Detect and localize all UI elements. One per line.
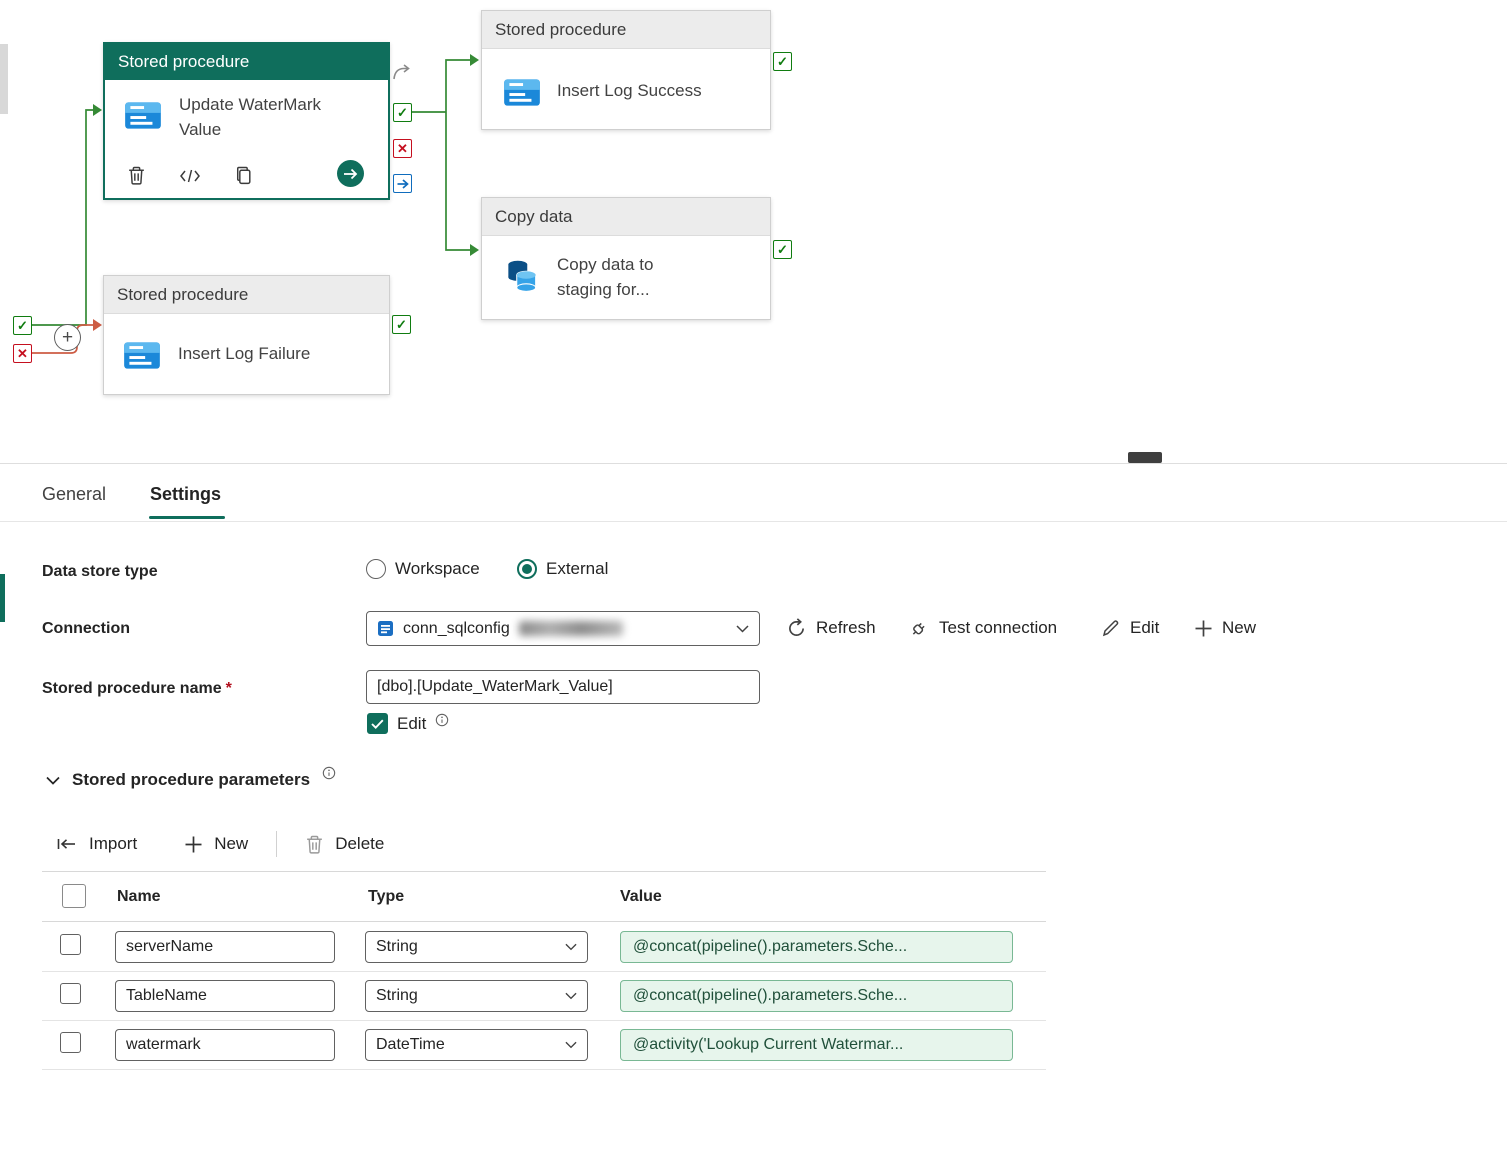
copy-activity-icon[interactable] bbox=[234, 165, 253, 186]
delete-parameter-button[interactable]: Delete bbox=[305, 834, 384, 855]
connection-dropdown[interactable]: conn_sqlconfig bbox=[366, 611, 760, 646]
sql-connection-icon bbox=[377, 620, 394, 637]
edit-checkbox-label: Edit bbox=[397, 713, 427, 733]
param-value-expression[interactable]: @concat(pipeline().parameters.Sche... bbox=[620, 980, 1013, 1012]
stored-procedure-parameters-section[interactable]: Stored procedure parameters bbox=[46, 766, 336, 790]
trash-icon bbox=[307, 835, 323, 854]
activity-update-watermark[interactable]: Stored procedure Update WaterMark Value bbox=[103, 42, 390, 200]
delete-activity-icon[interactable] bbox=[127, 165, 146, 186]
row-border bbox=[42, 971, 1046, 972]
stored-procedure-icon bbox=[122, 94, 164, 136]
activity-settings-panel: General Settings Data store type Workspa… bbox=[0, 464, 1507, 1164]
activity-status-success: ✓ bbox=[392, 315, 411, 334]
activity-status-success: ✓ bbox=[773, 240, 792, 259]
radio-workspace-circle[interactable] bbox=[366, 559, 386, 579]
chevron-down-icon bbox=[565, 1041, 577, 1049]
chevron-down-icon bbox=[565, 943, 577, 951]
row-checkbox[interactable] bbox=[60, 934, 81, 955]
stored-procedure-name-label: Stored procedure name * bbox=[42, 680, 232, 697]
row-border bbox=[42, 1020, 1046, 1021]
toolbar-divider bbox=[276, 831, 278, 857]
tab-settings[interactable]: Settings bbox=[150, 484, 221, 505]
panel-scroll-indicator bbox=[0, 574, 5, 622]
header-bottom-border bbox=[42, 921, 1046, 922]
parameters-toolbar: Import New Delete bbox=[56, 829, 384, 859]
stored-procedure-name-input[interactable] bbox=[366, 670, 760, 704]
on-success-port[interactable]: ✓ bbox=[13, 316, 32, 335]
param-name-input[interactable] bbox=[115, 931, 335, 963]
tabs-bottom-border bbox=[0, 521, 1507, 522]
activity-name: Insert Log Success bbox=[557, 81, 702, 100]
activity-type-label: Copy data bbox=[482, 198, 770, 236]
plus-icon bbox=[1195, 620, 1212, 636]
active-tab-underline bbox=[149, 516, 225, 519]
connection-label: Connection bbox=[42, 620, 130, 637]
table-top-border bbox=[42, 871, 1046, 872]
refresh-icon bbox=[789, 617, 804, 636]
data-store-type-label: Data store type bbox=[42, 563, 158, 580]
activity-name: Update WaterMark Value bbox=[179, 95, 322, 139]
pencil-icon bbox=[1102, 620, 1119, 637]
radio-workspace[interactable]: Workspace bbox=[366, 559, 480, 579]
open-activity-button[interactable] bbox=[337, 160, 364, 187]
chevron-down-icon bbox=[565, 992, 577, 1000]
param-type-select[interactable]: DateTime bbox=[365, 1029, 588, 1061]
column-header-type: Type bbox=[368, 888, 405, 905]
row-checkbox[interactable] bbox=[60, 1032, 81, 1053]
activity-status-success: ✓ bbox=[773, 52, 792, 71]
test-connection-button[interactable]: Test connection bbox=[908, 615, 1057, 641]
activity-name: Copy data to staging for... bbox=[557, 255, 654, 299]
stored-procedure-icon bbox=[501, 71, 543, 113]
info-icon bbox=[322, 766, 336, 780]
activity-type-label: Stored procedure bbox=[482, 11, 770, 49]
copy-data-icon bbox=[501, 254, 543, 296]
import-icon bbox=[57, 839, 75, 849]
new-connection-button[interactable]: New bbox=[1194, 615, 1256, 641]
node-success-port[interactable]: ✓ bbox=[393, 103, 412, 122]
activity-type-label: Stored procedure bbox=[105, 44, 388, 80]
horizontal-scrollbar-thumb[interactable] bbox=[1128, 452, 1162, 463]
param-name-input[interactable] bbox=[115, 980, 335, 1012]
import-button[interactable]: Import bbox=[56, 834, 137, 854]
chevron-down-icon bbox=[736, 624, 749, 633]
new-parameter-button[interactable]: New bbox=[184, 834, 248, 854]
tab-general[interactable]: General bbox=[42, 484, 106, 505]
connection-redacted-text bbox=[518, 621, 623, 636]
param-name-input[interactable] bbox=[115, 1029, 335, 1061]
row-border bbox=[42, 1069, 1046, 1070]
param-value-expression[interactable]: @activity('Lookup Current Watermar... bbox=[620, 1029, 1013, 1061]
radio-external[interactable]: External bbox=[517, 559, 608, 579]
node-completion-port[interactable] bbox=[393, 174, 412, 193]
radio-external-circle[interactable] bbox=[517, 559, 537, 579]
connection-value: conn_sqlconfig bbox=[403, 619, 510, 637]
on-skip-port[interactable] bbox=[392, 64, 413, 81]
refresh-button[interactable]: Refresh bbox=[786, 615, 876, 641]
activity-type-label: Stored procedure bbox=[104, 276, 389, 314]
info-icon bbox=[435, 713, 449, 727]
on-fail-port[interactable]: ✕ bbox=[13, 344, 32, 363]
param-type-select[interactable]: String bbox=[365, 980, 588, 1012]
column-header-value: Value bbox=[620, 888, 662, 905]
activity-name: Insert Log Failure bbox=[178, 344, 311, 363]
edit-connection-button[interactable]: Edit bbox=[1101, 615, 1159, 641]
code-icon[interactable] bbox=[179, 167, 201, 185]
param-value-expression[interactable]: @concat(pipeline().parameters.Sche... bbox=[620, 931, 1013, 963]
param-type-select[interactable]: String bbox=[365, 931, 588, 963]
column-header-name: Name bbox=[117, 888, 161, 905]
activity-insert-log-success[interactable]: Stored procedure Insert Log Success bbox=[481, 10, 771, 130]
stored-procedure-icon bbox=[121, 334, 163, 376]
node-fail-port[interactable]: ✕ bbox=[393, 139, 412, 158]
select-all-checkbox[interactable] bbox=[62, 884, 86, 908]
activity-copy-data[interactable]: Copy data Copy data to staging for... bbox=[481, 197, 771, 320]
pipeline-canvas[interactable]: ✓ ✕ + .plus-port{left:54px;top:324px;} S… bbox=[0, 0, 1507, 464]
edit-checkbox[interactable] bbox=[367, 713, 388, 734]
add-activity-button[interactable]: + bbox=[54, 324, 81, 351]
chevron-down-icon[interactable] bbox=[46, 776, 60, 785]
required-asterisk: * bbox=[225, 680, 232, 697]
edit-checkbox-row: Edit bbox=[367, 713, 449, 734]
plug-icon bbox=[912, 622, 925, 635]
activity-insert-log-failure[interactable]: Stored procedure Insert Log Failure bbox=[103, 275, 390, 395]
plus-icon bbox=[185, 836, 202, 852]
row-checkbox[interactable] bbox=[60, 983, 81, 1004]
